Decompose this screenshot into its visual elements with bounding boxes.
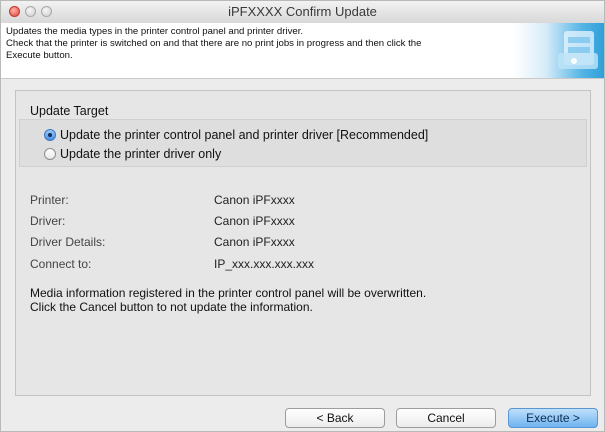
confirm-update-window: iPFXXXX Confirm Update Updates the media… [0, 0, 605, 432]
message-line: Click the Cancel button to not update th… [30, 300, 313, 314]
back-button[interactable]: < Back [285, 408, 385, 428]
header-description: Updates the media types in the printer c… [6, 26, 526, 62]
header-line: Updates the media types in the printer c… [6, 26, 304, 37]
driver-value: Canon iPFxxxx [214, 214, 295, 228]
execute-button[interactable]: Execute > [508, 408, 598, 428]
radio-update-panel-and-driver[interactable]: Update the printer control panel and pri… [44, 128, 428, 142]
connect-to-value: IP_xxx.xxx.xxx.xxx [214, 257, 315, 271]
header-line: Check that the printer is switched on an… [6, 38, 422, 49]
overwrite-warning: Media information registered in the prin… [30, 286, 426, 314]
printer-value: Canon iPFxxxx [214, 193, 295, 207]
radio-selected-icon[interactable] [44, 129, 56, 141]
window-title: iPFXXXX Confirm Update [228, 4, 377, 19]
update-target-label: Update Target [30, 104, 109, 118]
connect-to-label: Connect to: [30, 257, 92, 271]
driver-details-label: Driver Details: [30, 235, 106, 249]
header-banner: Updates the media types in the printer c… [1, 23, 604, 79]
radio-unselected-icon[interactable] [44, 148, 56, 160]
radio-label: Update the printer control panel and pri… [60, 128, 429, 142]
driver-details-value: Canon iPFxxxx [214, 235, 295, 249]
header-line: Execute button. [6, 50, 73, 61]
radio-label: Update the printer driver only [60, 147, 222, 161]
radio-update-driver-only[interactable]: Update the printer driver only [44, 147, 221, 161]
printer-label: Printer: [30, 193, 69, 207]
cancel-button[interactable]: Cancel [396, 408, 496, 428]
title-bar: iPFXXXX Confirm Update [1, 1, 604, 24]
printer-graphic-icon [558, 31, 598, 69]
driver-label: Driver: [30, 214, 66, 228]
message-line: Media information registered in the prin… [30, 286, 427, 300]
printer-banner-graphic [514, 23, 604, 78]
